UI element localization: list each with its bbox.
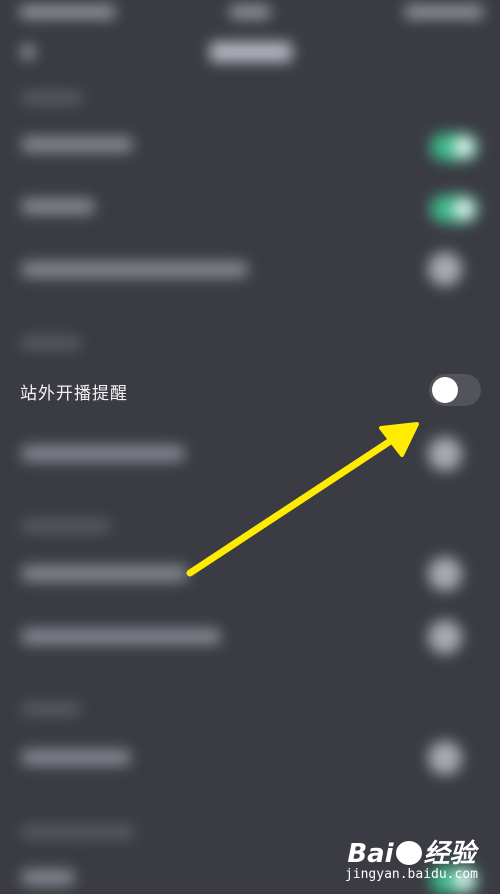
status-bar-left <box>20 6 115 18</box>
row-1-toggle[interactable] <box>430 133 478 161</box>
row-8-label <box>22 750 130 765</box>
row-7-toggle[interactable] <box>428 620 462 654</box>
section-header-2 <box>22 337 80 349</box>
row-2-toggle[interactable] <box>430 195 478 223</box>
row-1-label <box>22 137 132 152</box>
row-5-label <box>22 446 184 461</box>
watermark-logo: Bai 经验 <box>345 840 478 868</box>
toggle-knob <box>432 377 458 403</box>
row-9-label <box>22 870 74 885</box>
section-header-5 <box>22 826 134 838</box>
status-bar-right <box>405 6 483 18</box>
row-3-label <box>22 262 247 277</box>
row-6-label <box>22 566 187 581</box>
row-7-label <box>22 629 220 644</box>
section-header-3 <box>22 520 110 532</box>
watermark-brand-left: Bai <box>347 839 394 869</box>
row-5-toggle[interactable] <box>428 437 462 471</box>
offsite-live-reminder-label: 站外开播提醒 <box>20 384 128 404</box>
row-8-toggle[interactable] <box>428 741 462 775</box>
section-header-1 <box>22 92 82 104</box>
back-icon[interactable] <box>22 45 34 59</box>
row-3-toggle[interactable] <box>428 252 462 286</box>
watermark-url: jingyan.baidu.com <box>344 867 478 882</box>
settings-screen: 站外开播提醒 Bai 经验 jingyan.baidu.com <box>0 0 500 894</box>
blurred-settings-content <box>0 0 500 894</box>
row-6-toggle[interactable] <box>428 557 462 591</box>
status-bar-time <box>230 6 270 18</box>
watermark-brand-right: 经验 <box>423 839 476 869</box>
baidu-jingyan-watermark: Bai 经验 jingyan.baidu.com <box>345 840 478 882</box>
offsite-live-reminder-toggle[interactable] <box>429 374 481 406</box>
paw-icon <box>395 841 422 865</box>
row-2-label <box>22 199 94 214</box>
section-header-4 <box>22 703 80 715</box>
offsite-live-reminder-row[interactable]: 站外开播提醒 <box>0 360 500 420</box>
page-title <box>210 42 292 62</box>
